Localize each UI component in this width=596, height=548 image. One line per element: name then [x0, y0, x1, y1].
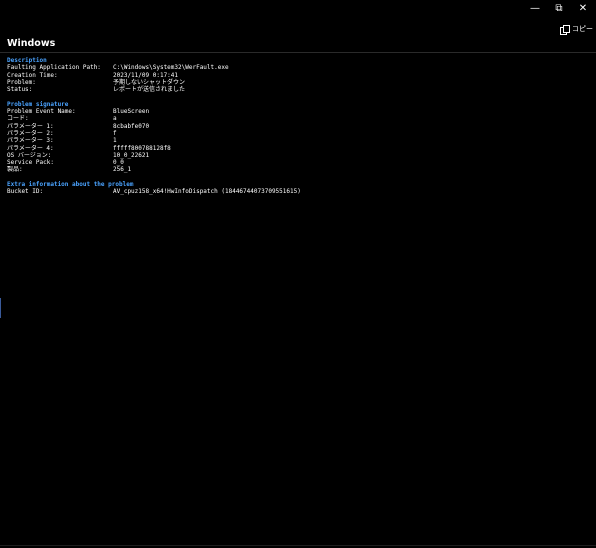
- detail-row: Creation Time: 2023/11/09 0:17:41: [7, 72, 587, 79]
- restore-button[interactable]: ⧉: [547, 0, 571, 18]
- detail-value: 2023/11/09 0:17:41: [113, 71, 179, 79]
- detail-row: 製品: 256_1: [7, 166, 587, 173]
- title-divider: [0, 52, 596, 53]
- detail-label: パラメーター 1:: [7, 122, 54, 130]
- detail-row: Faulting Application Path: C:\Windows\Sy…: [7, 64, 587, 71]
- detail-value: 256_1: [113, 166, 132, 174]
- detail-value: a: [113, 115, 117, 123]
- detail-value: レポートが送信されました: [113, 86, 186, 94]
- detail-row: Service Pack: 0_0: [7, 159, 587, 166]
- detail-label: Faulting Application Path:: [7, 64, 101, 72]
- detail-label: Creation Time:: [7, 71, 58, 79]
- detail-label: OS バージョン:: [7, 151, 52, 159]
- detail-value: C:\Windows\System32\WerFault.exe: [113, 64, 229, 72]
- detail-label: Bucket ID:: [7, 188, 44, 196]
- copy-button-label: コピー: [572, 25, 593, 33]
- close-icon: ✕: [578, 3, 588, 14]
- detail-row: Problem: 予期しないシャットダウン: [7, 79, 587, 86]
- detail-row: パラメーター 1: 8cbabfe070: [7, 123, 587, 130]
- section-heading-problem-signature: Problem signature: [7, 100, 69, 108]
- detail-row: OS バージョン: 10_0_22621: [7, 152, 587, 159]
- section-heading-description: Description: [7, 57, 47, 64]
- detail-row: Problem Event Name: BlueScreen: [7, 108, 587, 115]
- detail-row: Bucket ID: AV_cpuz158_x64!HwInfoDispatch…: [7, 188, 587, 195]
- detail-label: 製品:: [7, 166, 23, 174]
- restore-icon: ⧉: [555, 3, 563, 14]
- detail-label: パラメーター 3:: [7, 137, 54, 145]
- detail-label: コード:: [7, 115, 29, 123]
- detail-value: AV_cpuz158_x64!HwInfoDispatch (184467440…: [113, 188, 301, 196]
- detail-row: コード: a: [7, 115, 587, 122]
- detail-row: パラメーター 2: f: [7, 130, 587, 137]
- bottom-border: [0, 545, 596, 546]
- report-details: Description Faulting Application Path: C…: [7, 57, 587, 196]
- detail-value: 8cbabfe070: [113, 122, 150, 130]
- detail-label: Service Pack:: [7, 159, 54, 167]
- close-button[interactable]: ✕: [571, 0, 595, 18]
- detail-label: Status:: [7, 86, 33, 94]
- section-heading-extra-information: Extra information about the problem: [7, 181, 134, 189]
- detail-row: パラメーター 3: 1: [7, 137, 587, 144]
- title-bar: — ⧉ ✕: [0, 0, 596, 18]
- detail-value: 10_0_22621: [113, 151, 150, 159]
- copy-icon: [560, 24, 570, 35]
- minimize-button[interactable]: —: [523, 0, 547, 18]
- detail-label: Problem:: [7, 78, 36, 86]
- copy-button[interactable]: コピー: [560, 22, 593, 36]
- detail-value: 1: [113, 137, 117, 145]
- scroll-indicator: [0, 298, 1, 318]
- detail-label: Problem Event Name:: [7, 108, 76, 116]
- minimize-icon: —: [530, 3, 540, 14]
- detail-label: パラメーター 4:: [7, 144, 54, 152]
- detail-value: BlueScreen: [113, 108, 150, 116]
- detail-value: f: [113, 129, 117, 137]
- detail-label: パラメーター 2:: [7, 129, 54, 137]
- detail-value: fffff800788128f8: [113, 144, 171, 152]
- page-title: Windows: [7, 38, 56, 49]
- detail-row: Status: レポートが送信されました: [7, 86, 587, 93]
- detail-value: 0_0: [113, 159, 124, 167]
- detail-row: パラメーター 4: fffff800788128f8: [7, 145, 587, 152]
